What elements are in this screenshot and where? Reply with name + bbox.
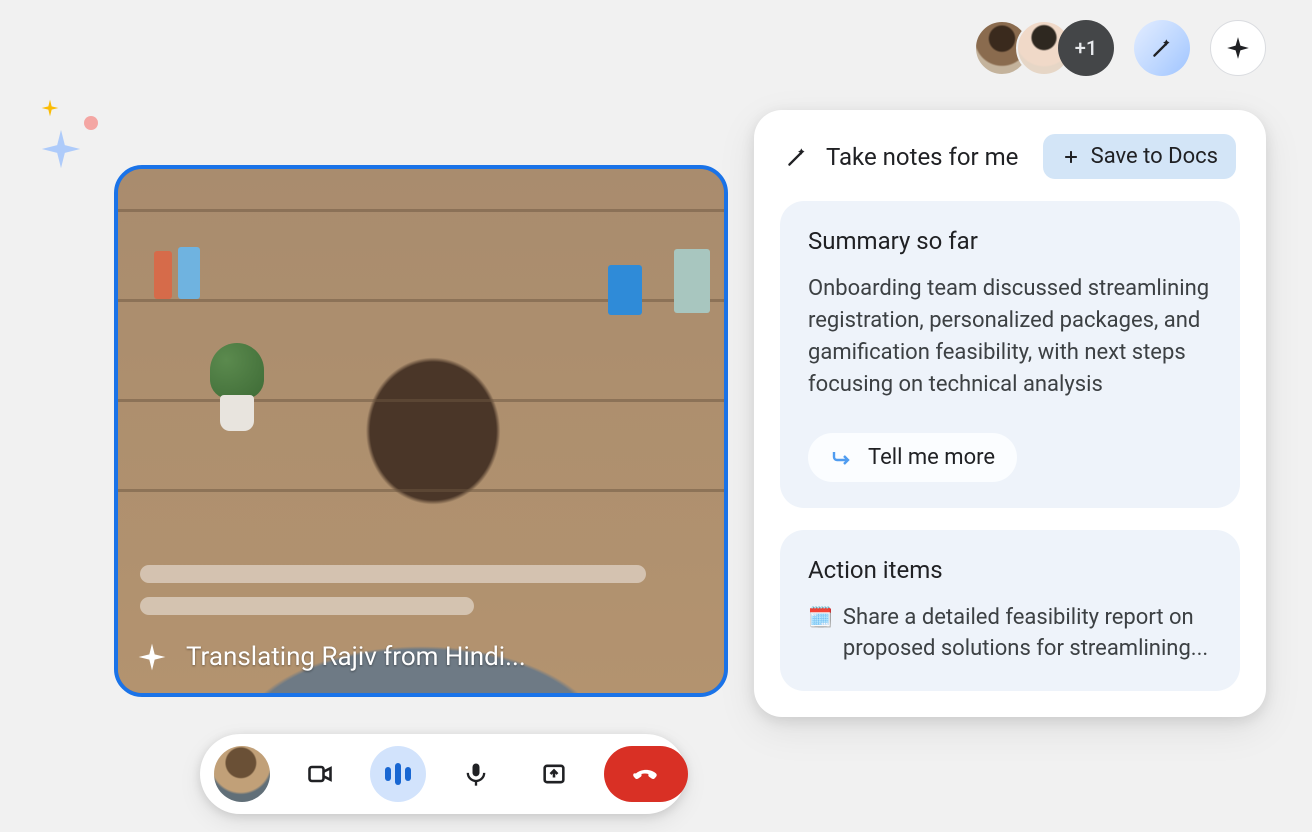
save-to-docs-button[interactable]: Save to Docs xyxy=(1043,134,1236,179)
calendar-icon: 🗓️ xyxy=(808,602,833,666)
notes-side-panel: Take notes for me Save to Docs Summary s… xyxy=(754,110,1266,717)
reply-arrow-icon xyxy=(830,445,854,469)
save-to-docs-label: Save to Docs xyxy=(1091,144,1218,169)
magic-wand-icon xyxy=(784,144,810,170)
summary-card: Summary so far Onboarding team discussed… xyxy=(780,201,1240,508)
microphone-icon xyxy=(462,760,490,788)
summary-heading: Summary so far xyxy=(808,227,1212,255)
action-items-heading: Action items xyxy=(808,556,1212,584)
camera-toggle-button[interactable] xyxy=(292,746,348,802)
decorative-sparkles xyxy=(20,98,100,178)
participant-overflow-count: +1 xyxy=(1058,20,1114,76)
tell-me-more-button[interactable]: Tell me more xyxy=(808,433,1017,482)
panel-title: Take notes for me xyxy=(784,143,1018,171)
hangup-icon xyxy=(632,760,660,788)
magic-wand-icon xyxy=(1149,35,1175,61)
ai-wand-button[interactable] xyxy=(1134,20,1190,76)
caption-placeholder-bars xyxy=(140,565,646,615)
action-item-text: Share a detailed feasibility report on p… xyxy=(843,602,1212,666)
action-item: 🗓️ Share a detailed feasibility report o… xyxy=(808,602,1212,666)
ai-sparkle-button[interactable] xyxy=(1210,20,1266,76)
end-call-button[interactable] xyxy=(604,746,688,802)
microphone-toggle-button[interactable] xyxy=(448,746,504,802)
panel-title-label: Take notes for me xyxy=(826,143,1018,171)
top-right-cluster: +1 xyxy=(974,20,1266,76)
audio-activity-button[interactable] xyxy=(370,746,426,802)
tell-me-more-label: Tell me more xyxy=(868,445,995,470)
camera-icon xyxy=(306,760,334,788)
plus-icon xyxy=(1061,147,1081,167)
action-items-card: Action items 🗓️ Share a detailed feasibi… xyxy=(780,530,1240,692)
summary-body: Onboarding team discussed streamlining r… xyxy=(808,273,1212,401)
present-icon xyxy=(540,760,568,788)
self-view-thumbnail[interactable] xyxy=(214,746,270,802)
sparkle-icon xyxy=(136,641,168,673)
translation-status-label: Translating Rajiv from Hindi... xyxy=(186,642,526,672)
sparkle-icon xyxy=(1225,35,1251,61)
participant-avatar-stack[interactable]: +1 xyxy=(974,20,1114,76)
translation-status: Translating Rajiv from Hindi... xyxy=(136,641,526,673)
call-control-bar xyxy=(200,734,686,814)
participant-video-tile[interactable]: Translating Rajiv from Hindi... xyxy=(114,165,728,697)
present-screen-button[interactable] xyxy=(526,746,582,802)
audio-level-icon xyxy=(385,763,411,785)
